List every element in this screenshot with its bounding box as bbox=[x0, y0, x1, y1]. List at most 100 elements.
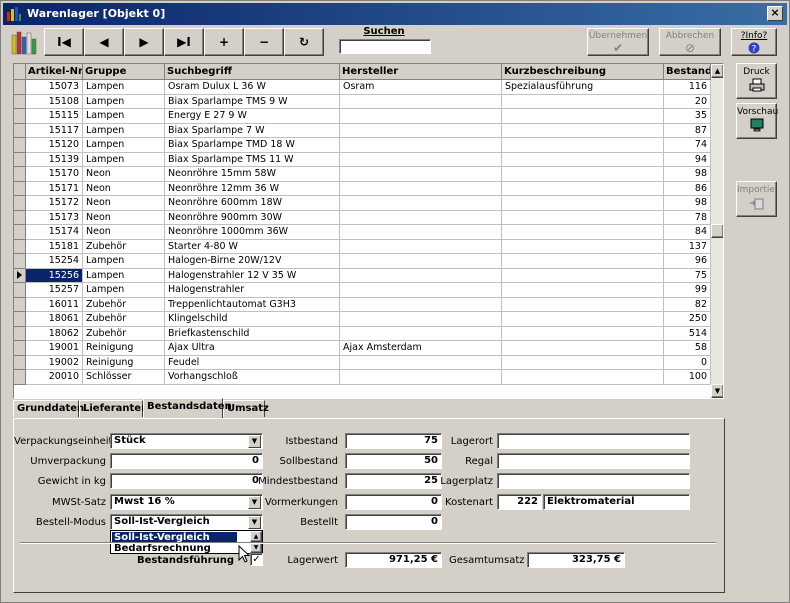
cell-suchbegriff[interactable]: Ajax Ultra bbox=[165, 341, 340, 356]
cell-kurzbeschreibung[interactable] bbox=[502, 326, 664, 341]
bestellt-input[interactable]: 0 bbox=[345, 514, 442, 530]
cell-hersteller[interactable] bbox=[340, 123, 502, 138]
cell-suchbegriff[interactable]: Biax Sparlampe TMS 11 W bbox=[165, 152, 340, 167]
row-indicator[interactable] bbox=[14, 225, 26, 240]
cell-bestand[interactable]: 514 bbox=[664, 326, 711, 341]
table-row[interactable]: 15115 Lampen Energy E 27 9 W 35 bbox=[14, 109, 711, 124]
cell-bestand[interactable]: 98 bbox=[664, 167, 711, 182]
tab-grunddaten[interactable]: Grunddaten bbox=[13, 400, 84, 417]
cell-suchbegriff[interactable]: Vorhangschloß bbox=[165, 370, 340, 385]
cell-bestand[interactable]: 86 bbox=[664, 181, 711, 196]
cell-artikel-nr[interactable]: 15108 bbox=[26, 94, 83, 109]
cell-bestand[interactable]: 82 bbox=[664, 297, 711, 312]
cell-artikel-nr[interactable]: 16011 bbox=[26, 297, 83, 312]
cell-bestand[interactable]: 99 bbox=[664, 283, 711, 298]
cell-suchbegriff[interactable]: Treppenlichtautomat G3H3 bbox=[165, 297, 340, 312]
cell-gruppe[interactable]: Zubehör bbox=[83, 239, 165, 254]
cell-artikel-nr[interactable]: 15120 bbox=[26, 138, 83, 153]
header-artikel-nr[interactable]: Artikel-Nr bbox=[26, 64, 83, 80]
cell-gruppe[interactable]: Lampen bbox=[83, 283, 165, 298]
cell-suchbegriff[interactable]: Halogenstrahler bbox=[165, 283, 340, 298]
cell-suchbegriff[interactable]: Starter 4-80 W bbox=[165, 239, 340, 254]
table-row[interactable]: 15181 Zubehör Starter 4-80 W 137 bbox=[14, 239, 711, 254]
print-button[interactable]: Druck bbox=[736, 63, 777, 99]
cell-hersteller[interactable] bbox=[340, 152, 502, 167]
row-indicator[interactable] bbox=[14, 239, 26, 254]
cell-artikel-nr[interactable]: 15139 bbox=[26, 152, 83, 167]
table-row[interactable]: 20010 Schlösser Vorhangschloß 100 bbox=[14, 370, 711, 385]
cell-artikel-nr[interactable]: 18061 bbox=[26, 312, 83, 327]
cell-hersteller[interactable]: Osram bbox=[340, 80, 502, 95]
cell-bestand[interactable]: 78 bbox=[664, 210, 711, 225]
lagerort-input[interactable] bbox=[497, 433, 690, 449]
cell-artikel-nr[interactable]: 18062 bbox=[26, 326, 83, 341]
lagerplatz-input[interactable] bbox=[497, 473, 690, 489]
mindestbestand-input[interactable]: 25 bbox=[345, 473, 442, 489]
cell-hersteller[interactable] bbox=[340, 297, 502, 312]
tab-lieferanten[interactable]: Lieferanten bbox=[79, 400, 148, 417]
cell-suchbegriff[interactable]: Neonröhre 12mm 36 W bbox=[165, 181, 340, 196]
kostenart-name-input[interactable]: Elektromaterial bbox=[543, 494, 690, 510]
cell-suchbegriff[interactable]: Osram Dulux L 36 W bbox=[165, 80, 340, 95]
regal-input[interactable] bbox=[497, 453, 690, 469]
table-row[interactable]: 19002 Reinigung Feudel 0 bbox=[14, 355, 711, 370]
cell-artikel-nr[interactable]: 15172 bbox=[26, 196, 83, 211]
cell-bestand[interactable]: 20 bbox=[664, 94, 711, 109]
next-record-button[interactable]: ▶ bbox=[124, 28, 164, 56]
row-indicator[interactable] bbox=[14, 94, 26, 109]
header-gruppe[interactable]: Gruppe bbox=[83, 64, 165, 80]
cell-gruppe[interactable]: Neon bbox=[83, 196, 165, 211]
prev-record-button[interactable]: ◀ bbox=[84, 28, 124, 56]
row-indicator[interactable] bbox=[14, 312, 26, 327]
preview-button[interactable]: Vorschau bbox=[736, 103, 778, 139]
row-indicator[interactable] bbox=[14, 181, 26, 196]
vormerkungen-input[interactable]: 0 bbox=[345, 494, 442, 510]
cell-kurzbeschreibung[interactable] bbox=[502, 210, 664, 225]
cell-gruppe[interactable]: Reinigung bbox=[83, 341, 165, 356]
cell-bestand[interactable]: 84 bbox=[664, 225, 711, 240]
table-row[interactable]: 16011 Zubehör Treppenlichtautomat G3H3 82 bbox=[14, 297, 711, 312]
cell-artikel-nr[interactable]: 15181 bbox=[26, 239, 83, 254]
cell-gruppe[interactable]: Reinigung bbox=[83, 355, 165, 370]
cell-suchbegriff[interactable]: Klingelschild bbox=[165, 312, 340, 327]
row-indicator[interactable] bbox=[14, 297, 26, 312]
table-row[interactable]: 15170 Neon Neonröhre 15mm 58W 98 bbox=[14, 167, 711, 182]
cell-hersteller[interactable]: Ajax Amsterdam bbox=[340, 341, 502, 356]
cell-suchbegriff[interactable]: Biax Sparlampe 7 W bbox=[165, 123, 340, 138]
cell-hersteller[interactable] bbox=[340, 355, 502, 370]
cell-suchbegriff[interactable]: Neonröhre 900mm 30W bbox=[165, 210, 340, 225]
lagerwert-input[interactable]: 971,25 € bbox=[345, 552, 442, 568]
row-indicator[interactable] bbox=[14, 341, 26, 356]
row-indicator[interactable] bbox=[14, 167, 26, 182]
apply-button[interactable]: Übernehmen ✔ bbox=[587, 28, 649, 56]
cell-gruppe[interactable]: Schlösser bbox=[83, 370, 165, 385]
last-record-button[interactable]: ▶I bbox=[164, 28, 204, 56]
cell-gruppe[interactable]: Zubehör bbox=[83, 297, 165, 312]
table-row[interactable]: 15171 Neon Neonröhre 12mm 36 W 86 bbox=[14, 181, 711, 196]
cancel-button[interactable]: Abbrechen ⊘ bbox=[659, 28, 721, 56]
sollbestand-input[interactable]: 50 bbox=[345, 453, 442, 469]
cell-hersteller[interactable] bbox=[340, 196, 502, 211]
cell-gruppe[interactable]: Neon bbox=[83, 181, 165, 196]
mwst-select[interactable]: Mwst 16 % ▼ bbox=[110, 494, 263, 510]
table-row[interactable]: 15139 Lampen Biax Sparlampe TMS 11 W 94 bbox=[14, 152, 711, 167]
cell-gruppe[interactable]: Neon bbox=[83, 167, 165, 182]
cell-artikel-nr[interactable]: 20010 bbox=[26, 370, 83, 385]
row-indicator[interactable] bbox=[14, 138, 26, 153]
cell-bestand[interactable]: 94 bbox=[664, 152, 711, 167]
cell-artikel-nr[interactable]: 15170 bbox=[26, 167, 83, 182]
cell-kurzbeschreibung[interactable] bbox=[502, 181, 664, 196]
table-row[interactable]: 15117 Lampen Biax Sparlampe 7 W 87 bbox=[14, 123, 711, 138]
cell-kurzbeschreibung[interactable] bbox=[502, 123, 664, 138]
cell-suchbegriff[interactable]: Feudel bbox=[165, 355, 340, 370]
scroll-down-button[interactable]: ▼ bbox=[711, 384, 723, 398]
cell-kurzbeschreibung[interactable] bbox=[502, 239, 664, 254]
cell-bestand[interactable]: 58 bbox=[664, 341, 711, 356]
istbestand-input[interactable]: 75 bbox=[345, 433, 442, 449]
cell-suchbegriff[interactable]: Biax Sparlampe TMD 18 W bbox=[165, 138, 340, 153]
scroll-up-button[interactable]: ▲ bbox=[711, 64, 723, 78]
row-indicator[interactable] bbox=[14, 268, 26, 283]
cell-artikel-nr[interactable]: 15257 bbox=[26, 283, 83, 298]
table-row[interactable]: 15256 Lampen Halogenstrahler 12 V 35 W 75 bbox=[14, 268, 711, 283]
cell-gruppe[interactable]: Lampen bbox=[83, 123, 165, 138]
